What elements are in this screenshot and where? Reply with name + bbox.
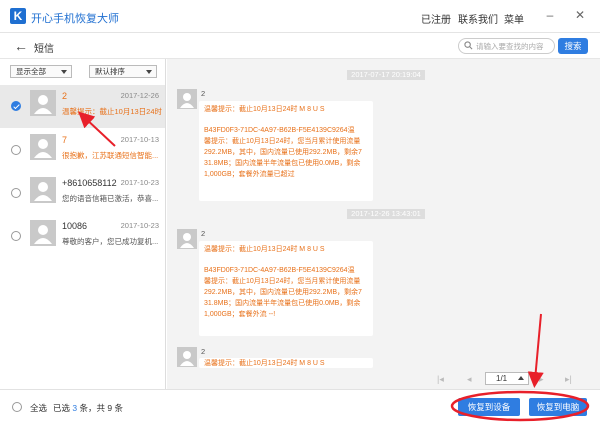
prev-page-icon[interactable]: ◂ <box>467 373 472 385</box>
avatar-icon <box>30 90 56 116</box>
bubble-line: 292.2MB，其中，国内流量已使用292.2MB，剩余7 <box>204 289 362 296</box>
avatar-icon <box>177 229 197 249</box>
message-date: 2017-10-23 <box>120 221 159 230</box>
message-sender: 2 <box>62 91 68 101</box>
chevron-up-icon <box>518 376 524 380</box>
title-bar: K 开心手机恢复大师 已注册 联系我们 菜单 – ✕ <box>0 0 600 33</box>
chat-sender: 2 <box>201 229 206 238</box>
contact-us-link[interactable]: 联系我们 <box>458 11 498 26</box>
select-radio[interactable] <box>11 231 21 241</box>
bubble-line: 292.2MB，其中，国内流量已使用292.2MB，剩余7 <box>204 149 362 156</box>
bubble-line: B43FD0F3-71DC-4A97-B62B-F5E4139C9264温 <box>204 267 355 274</box>
avatar-icon <box>177 347 197 367</box>
total-count: 9 <box>107 403 113 413</box>
message-preview: 很抱歉，江苏联通短信智能... <box>62 151 159 160</box>
show-all-dropdown[interactable]: 显示全部 <box>10 65 72 78</box>
message-sender: 10086 <box>62 221 88 231</box>
selected-count: 3 <box>72 403 78 413</box>
message-sender: +8610658112 <box>62 178 117 188</box>
registered-link[interactable]: 已注册 <box>421 11 451 26</box>
message-preview: 您的语音信箱已激活，恭喜... <box>62 194 159 203</box>
bubble-line: 1,000GB；套餐外流 --! <box>204 311 276 318</box>
select-radio[interactable] <box>11 188 21 198</box>
avatar-icon <box>30 220 56 246</box>
sort-dropdown[interactable]: 默认排序 <box>89 65 157 78</box>
sub-header: ← 短信 搜索 <box>0 33 600 59</box>
bubble-line: 馨提示：截止10月13日24时，您当月累计使用流量 <box>204 138 361 145</box>
minimize-icon[interactable]: – <box>543 8 557 22</box>
list-item[interactable]: +8610658112 2017-10-23 您的语音信箱已激活，恭喜... <box>0 172 165 215</box>
list-toolbar: 显示全部 默认排序 <box>0 59 166 83</box>
message-list-panel: 显示全部 默认排序 2 2017-12-26 温馨提示：截止10月13日24时 … <box>0 59 166 389</box>
last-page-icon[interactable]: ▸| <box>565 373 572 385</box>
pagination: |◂ ◂ 1/1 ▸ ▸| <box>437 372 587 386</box>
bubble-line: 温馨提示：截止10月13日24时 M 8 U S <box>204 106 325 113</box>
message-preview: 温馨提示：截止10月13日24时 <box>62 107 162 116</box>
select-all-label: 全选 <box>30 403 48 413</box>
list-item[interactable]: 10086 2017-10-23 尊敬的客户，您已成功复机... <box>0 215 165 258</box>
close-icon[interactable]: ✕ <box>573 8 587 22</box>
message-preview: 尊敬的客户，您已成功复机... <box>62 237 159 246</box>
sort-label: 默认排序 <box>95 67 125 76</box>
bubble-line: 温馨提示：截止10月13日24时 M 8 U S <box>204 360 325 367</box>
avatar-icon <box>30 177 56 203</box>
chevron-down-icon <box>61 70 67 74</box>
timestamp-label: 2017-07-17 20:19:04 <box>347 70 425 80</box>
page-title: 短信 <box>34 44 54 55</box>
select-radio[interactable] <box>11 101 21 111</box>
app-logo-icon: K <box>10 8 26 24</box>
page-number: 1/1 <box>496 374 508 383</box>
list-item[interactable]: 2 2017-12-26 温馨提示：截止10月13日24时 <box>0 85 165 128</box>
search-input[interactable] <box>476 41 554 52</box>
search-box[interactable] <box>458 38 555 54</box>
next-page-icon[interactable]: ▸ <box>539 373 544 385</box>
search-icon <box>464 41 473 50</box>
search-button[interactable]: 搜索 <box>558 38 588 54</box>
message-date: 2017-12-26 <box>120 91 159 100</box>
avatar-icon <box>30 134 56 160</box>
chat-sender: 2 <box>201 89 206 98</box>
select-radio[interactable] <box>11 145 21 155</box>
message-date: 2017-10-13 <box>120 135 159 144</box>
back-arrow-icon[interactable]: ← <box>14 38 28 54</box>
restore-to-device-button[interactable]: 恢复到设备 <box>458 398 520 416</box>
bubble-line: 馨提示：截止10月13日24时，您当月累计使用流量 <box>204 278 361 285</box>
message-bubble: 温馨提示：截止10月13日24时 M 8 U S <box>199 358 373 368</box>
footer-bar: 全选 已选 3 条，共 9 条 恢复到设备 恢复到电脑 <box>0 389 600 422</box>
bubble-line: 1,000GB；套餐外流量已超过 <box>204 171 295 178</box>
selected-prefix: 已选 <box>53 403 71 413</box>
first-page-icon[interactable]: |◂ <box>437 373 444 385</box>
page-selector[interactable]: 1/1 <box>485 372 529 385</box>
message-date: 2017-10-23 <box>120 178 159 187</box>
select-all-radio[interactable] <box>12 402 22 412</box>
show-all-label: 显示全部 <box>16 67 46 76</box>
selected-mid: 条，共 <box>79 403 106 413</box>
conversation-panel: 2017-07-17 20:19:04 2 温馨提示：截止10月13日24时 M… <box>167 59 600 389</box>
chevron-down-icon <box>146 70 152 74</box>
chat-sender: 2 <box>201 347 206 356</box>
selection-summary: 已选 3 条，共 9 条 <box>53 402 123 414</box>
restore-to-pc-button[interactable]: 恢复到电脑 <box>529 398 587 416</box>
message-sender: 7 <box>62 135 68 145</box>
timestamp-label: 2017-12-26 13:43:01 <box>347 209 425 219</box>
list-item[interactable]: 7 2017-10-13 很抱歉，江苏联通短信智能... <box>0 129 165 172</box>
bubble-line: 31.8MB；国内流量半年流量包已使用0.0MB，剩余 <box>204 160 361 167</box>
message-bubble: 温馨提示：截止10月13日24时 M 8 U S B43FD0F3-71DC-4… <box>199 101 373 201</box>
menu-link[interactable]: 菜单 <box>504 11 524 26</box>
message-bubble: 温馨提示：截止10月13日24时 M 8 U S B43FD0F3-71DC-4… <box>199 241 373 336</box>
bubble-line: B43FD0F3-71DC-4A97-B62B-F5E4139C9264温 <box>204 127 355 134</box>
total-suffix: 条 <box>114 403 124 413</box>
bubble-line: 温馨提示：截止10月13日24时 M 8 U S <box>204 246 325 253</box>
app-title: 开心手机恢复大师 <box>31 13 119 25</box>
bubble-line: 31.8MB；国内流量半年流量包已使用0.0MB，剩余 <box>204 300 361 307</box>
avatar-icon <box>177 89 197 109</box>
